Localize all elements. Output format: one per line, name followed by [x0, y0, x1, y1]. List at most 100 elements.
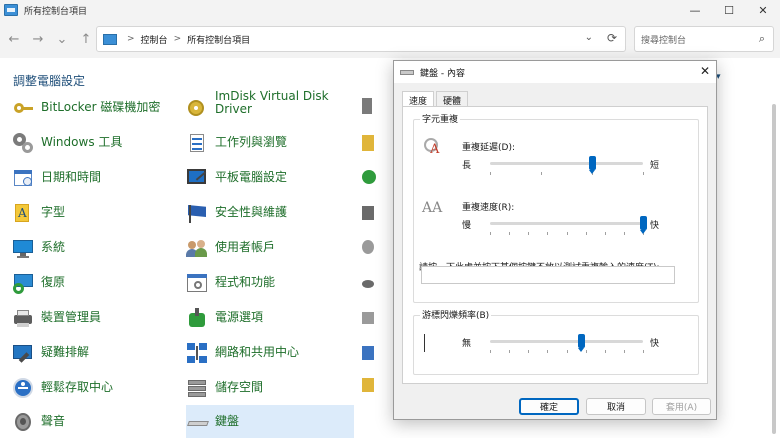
keyboard-properties-dialog: 鍵盤 - 內容 ✕ 速度 硬體 字元重複 A 重複延遲(D): 長 短 AA 重… — [393, 60, 717, 420]
partial-item-icon[interactable] — [362, 135, 374, 151]
slider-tick — [623, 232, 625, 235]
slider-tick — [490, 350, 491, 353]
cp-item-label: 輕鬆存取中心 — [41, 380, 114, 395]
repeat-delay-slider-thumb[interactable] — [589, 156, 596, 174]
forward-button[interactable]: → — [26, 27, 50, 51]
cp-item-bitlocker[interactable]: BitLocker 磁碟機加密 — [12, 91, 182, 125]
cp-item-storage-spaces[interactable]: 儲存空間 — [186, 371, 354, 405]
up-button[interactable]: ↑ — [74, 27, 98, 51]
cp-item-system[interactable]: 系統 — [12, 231, 182, 265]
repeat-rate-label: 重複速度(R): — [462, 203, 515, 213]
dialog-tabs: 速度 硬體 — [402, 91, 470, 107]
blink-max-label: 快 — [650, 339, 660, 349]
cp-item-label: 聲音 — [41, 414, 66, 429]
cp-item-device-manager[interactable]: 裝置管理員 — [12, 301, 182, 335]
repeat-rate-ticks — [490, 232, 644, 235]
vertical-scrollbar[interactable] — [772, 104, 776, 434]
cp-item-taskbar[interactable]: 工作列與瀏覽 — [186, 126, 354, 160]
slider-tick — [623, 350, 625, 353]
printer-device-icon — [12, 307, 34, 329]
cp-item-label: 工作列與瀏覽 — [215, 135, 288, 150]
slider-tick — [566, 232, 568, 235]
partial-item-icon[interactable] — [362, 280, 374, 288]
apply-button[interactable]: 套用(A) — [652, 398, 711, 415]
blink-rate-slider-thumb[interactable] — [578, 334, 586, 352]
tablet-icon — [186, 167, 208, 189]
dialog-close-button[interactable]: ✕ — [700, 64, 710, 78]
close-button[interactable]: ✕ — [746, 0, 780, 20]
cp-item-label: 網路和共用中心 — [215, 345, 300, 360]
slider-tick — [528, 232, 530, 235]
search-input[interactable]: 搜尋控制台 ⌕ — [634, 26, 774, 52]
refresh-button[interactable]: ⟳ — [607, 31, 617, 45]
control-panel-icon — [103, 33, 117, 45]
group-title: 游標閃爍頻率(B) — [420, 308, 492, 321]
page-title: 調整電腦設定 — [13, 74, 86, 88]
cp-item-sound[interactable]: 聲音 — [12, 405, 182, 438]
partial-item-icon[interactable] — [362, 346, 374, 360]
partial-item-icon[interactable] — [362, 170, 376, 184]
cp-item-label: 程式和功能 — [215, 275, 276, 290]
partial-item-icon[interactable] — [362, 206, 374, 220]
slider-tick — [509, 232, 511, 235]
tab-speed[interactable]: 速度 — [402, 91, 435, 107]
partial-item-icon[interactable] — [362, 98, 372, 114]
cp-item-imdisk[interactable]: ImDisk Virtual Disk Driver — [186, 89, 354, 125]
cp-item-label: BitLocker 磁碟機加密 — [41, 100, 161, 115]
cp-item-recovery[interactable]: 復原 — [12, 266, 182, 300]
breadcrumb-separator: > — [173, 34, 182, 44]
slider-tick — [547, 350, 549, 353]
cp-item-user-accounts[interactable]: 使用者帳戶 — [186, 231, 354, 265]
key-icon — [12, 97, 34, 119]
maximize-button[interactable]: ☐ — [712, 0, 746, 20]
address-bar[interactable]: > 控制台 > 所有控制台項目 ⌄ ⟳ — [96, 26, 626, 52]
slider-tick — [490, 232, 491, 235]
cp-item-fonts[interactable]: A 字型 — [12, 196, 182, 230]
cp-item-ease-of-access[interactable]: 輕鬆存取中心 — [12, 371, 182, 405]
cp-item-label: 電源選項 — [215, 310, 264, 325]
repeat-delay-min-label: 長 — [462, 161, 472, 171]
partial-item-icon[interactable] — [362, 312, 374, 324]
recent-locations-button[interactable]: ⌄ — [50, 27, 74, 51]
slider-tick — [604, 232, 606, 235]
breadcrumb-separator: > — [127, 34, 135, 44]
recovery-icon — [12, 272, 34, 294]
cp-item-label: 鍵盤 — [215, 414, 240, 429]
cp-item-label: 儲存空間 — [215, 380, 264, 395]
cp-item-keyboard[interactable]: 鍵盤 — [186, 405, 354, 438]
navigation-bar: ← → ⌄ ↑ > 控制台 > 所有控制台項目 ⌄ ⟳ 搜尋控制台 ⌕ — [0, 20, 780, 58]
troubleshoot-icon — [12, 342, 34, 364]
tab-hardware[interactable]: 硬體 — [436, 91, 469, 107]
keyboard-icon — [186, 411, 209, 433]
cp-item-troubleshooting[interactable]: 疑難排解 — [12, 336, 182, 370]
cancel-button[interactable]: 取消 — [586, 398, 646, 415]
taskbar-icon — [186, 132, 208, 154]
blink-rate-track[interactable] — [490, 340, 643, 343]
repeat-test-input[interactable] — [421, 266, 675, 284]
repeat-rate-slider-thumb[interactable] — [639, 216, 647, 234]
cp-item-security-maintenance[interactable]: 安全性與維護 — [186, 196, 354, 230]
breadcrumb-control-panel[interactable]: 控制台 — [141, 33, 168, 46]
cp-item-label: 使用者帳戶 — [215, 240, 276, 255]
address-dropdown-button[interactable]: ⌄ — [585, 32, 593, 43]
blink-min-label: 無 — [462, 339, 472, 349]
monitor-icon — [12, 237, 34, 259]
partial-item-icon[interactable] — [362, 378, 374, 392]
back-button[interactable]: ← — [2, 27, 26, 51]
cp-item-power-options[interactable]: 電源選項 — [186, 301, 354, 335]
repeat-delay-track[interactable] — [490, 162, 643, 165]
repeat-delay-icon: A — [424, 138, 444, 158]
cp-item-network-sharing[interactable]: 網路和共用中心 — [186, 336, 354, 370]
cp-item-tablet[interactable]: 平板電腦設定 — [186, 161, 354, 195]
group-title: 字元重複 — [420, 112, 461, 125]
search-icon[interactable]: ⌕ — [759, 32, 765, 46]
minimize-button[interactable]: — — [678, 0, 712, 20]
cp-item-windows-tools[interactable]: Windows 工具 — [12, 126, 182, 160]
cp-item-programs[interactable]: 程式和功能 — [186, 266, 354, 300]
repeat-rate-track[interactable] — [490, 222, 643, 225]
ok-button[interactable]: 確定 — [519, 398, 579, 415]
repeat-delay-max-label: 短 — [650, 161, 660, 171]
breadcrumb-all-items[interactable]: 所有控制台項目 — [187, 33, 250, 46]
cp-item-date-time[interactable]: 日期和時間 — [12, 161, 182, 195]
partial-item-icon[interactable] — [362, 240, 374, 254]
